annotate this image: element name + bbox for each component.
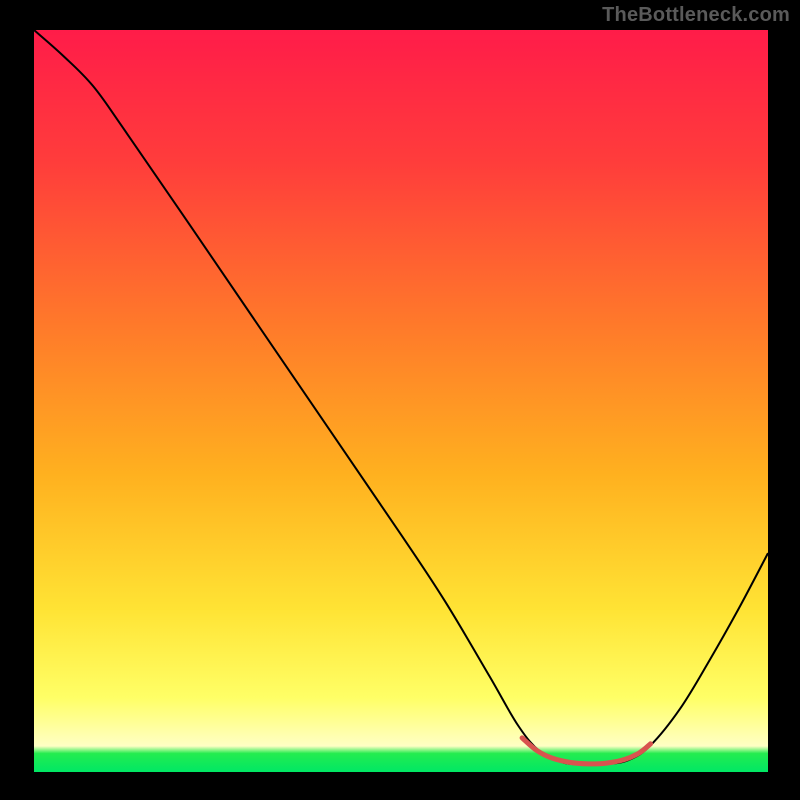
bottleneck-plot	[0, 0, 800, 800]
chart-frame: TheBottleneck.com	[0, 0, 800, 800]
plot-background	[34, 30, 768, 772]
watermark-label: TheBottleneck.com	[602, 4, 790, 27]
